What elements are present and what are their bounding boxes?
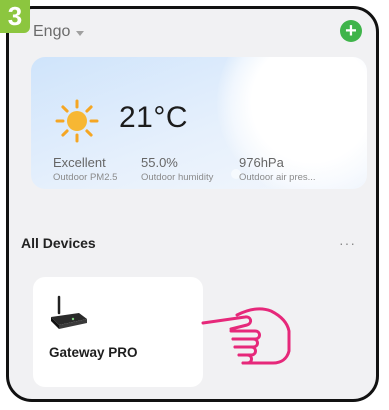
top-bar: Engo +	[9, 9, 376, 53]
stat-value: Excellent	[53, 155, 106, 170]
stat-label: Outdoor humidity	[141, 172, 214, 183]
step-badge: 3	[0, 0, 30, 33]
stat-value: 55.0%	[141, 155, 178, 170]
decor-bubble	[313, 123, 319, 129]
stat-humidity: 55.0% Outdoor humidity	[141, 155, 213, 183]
more-icon[interactable]: ···	[339, 235, 356, 251]
home-name: Engo	[33, 23, 71, 40]
sun-icon	[55, 99, 99, 143]
home-selector[interactable]: Engo	[33, 23, 85, 41]
weather-card[interactable]: 21°C Excellent Outdoor PM2.5 55.0% Outdo…	[31, 57, 367, 189]
stat-air-pressure: 976hPa Outdoor air pres...	[239, 155, 316, 183]
pointing-hand-icon	[201, 307, 291, 365]
temperature-value: 21°C	[119, 101, 189, 134]
add-icon[interactable]: +	[340, 20, 362, 42]
stat-label: Outdoor air pres...	[239, 172, 316, 183]
stat-value: 976hPa	[239, 155, 284, 170]
device-name: Gateway PRO	[49, 345, 138, 360]
device-card-gateway[interactable]: Gateway PRO	[33, 277, 203, 387]
phone-frame: Engo + 21°C Excellent Outdoor PM2.5 55.0…	[6, 6, 379, 402]
caret-down-icon	[76, 30, 85, 36]
section-title: All Devices	[21, 235, 96, 251]
gateway-router-icon	[51, 295, 87, 329]
stat-label: Outdoor PM2.5	[53, 172, 118, 183]
stat-pm25: Excellent Outdoor PM2.5	[53, 155, 117, 183]
